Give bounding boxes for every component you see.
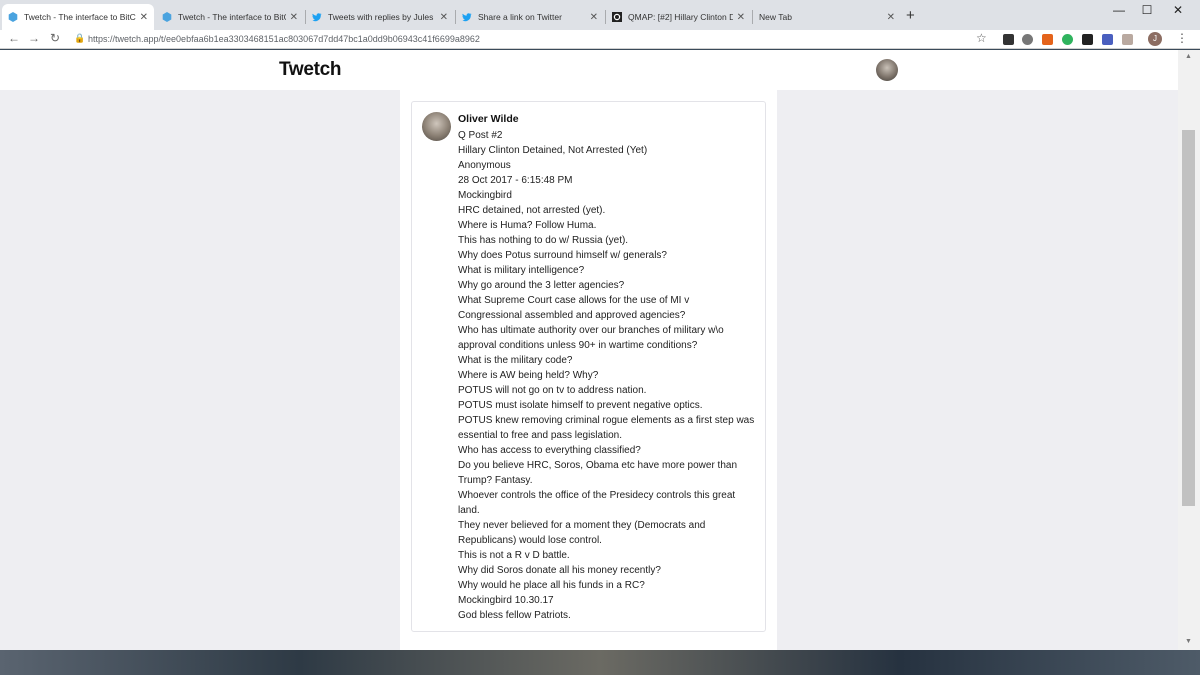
post-line: What is the military code? <box>458 355 573 366</box>
post-line: Who has access to everything classified? <box>458 445 641 456</box>
address-bar-url[interactable]: https://twetch.app/t/ee0ebfaa6b1ea330346… <box>88 34 480 44</box>
tab-label: QMAP: [#2] Hillary Clinton Detai <box>628 12 733 22</box>
post-line: POTUS will not go on tv to address natio… <box>458 385 647 396</box>
post-line: Whoever controls the office of the Presi… <box>458 490 736 501</box>
back-arrow-icon[interactable]: ← <box>8 31 20 45</box>
bookmark-star-icon[interactable]: ☆ <box>976 31 987 45</box>
close-icon[interactable]: ✕ <box>290 12 298 23</box>
twitter-bird-icon <box>462 13 472 22</box>
forward-arrow-icon[interactable]: → <box>28 31 40 45</box>
lock-icon: 🔒 <box>74 33 86 43</box>
post-line: Congressional assembled and approved age… <box>458 310 686 321</box>
menu-dots-icon[interactable]: ⋮ <box>1176 31 1188 45</box>
tab-twitter-replies[interactable]: Tweets with replies by Jules 🐝 ( ✕ <box>306 4 454 30</box>
twitter-bird-icon <box>312 13 322 22</box>
tab-twetch-1[interactable]: Twetch - The interface to BitCoin ✕ <box>2 4 154 30</box>
post-line: Do you believe HRC, Soros, Obama etc hav… <box>458 460 738 471</box>
post-line: Where is Huma? Follow Huma. <box>458 220 597 231</box>
tab-twetch-2[interactable]: Twetch - The interface to BitCoin ✕ <box>156 4 304 30</box>
tab-label: Tweets with replies by Jules 🐝 ( <box>328 11 436 22</box>
post-line: Anonymous <box>458 160 511 171</box>
tab-label: Twetch - The interface to BitCoin <box>24 12 136 22</box>
extension-icon[interactable] <box>1102 34 1113 45</box>
qmap-favicon-icon <box>612 12 622 22</box>
browser-toolbar: ← → ↻ 🔒 https://twetch.app/t/ee0ebfaa6b1… <box>0 30 1200 49</box>
post-line: Mockingbird <box>458 190 512 201</box>
post-line: land. <box>458 505 480 516</box>
page-scrollbar[interactable]: ▲ ▼ <box>1178 50 1200 650</box>
author-avatar[interactable] <box>422 112 451 141</box>
tab-label: New Tab <box>759 12 792 22</box>
post-line: Who has ultimate authority over our bran… <box>458 325 724 336</box>
post-line: POTUS must isolate himself to prevent ne… <box>458 400 703 411</box>
post-card[interactable]: Oliver Wilde Q Post #2 Hillary Clinton De… <box>411 101 766 632</box>
post-line: Why go around the 3 letter agencies? <box>458 280 625 291</box>
post-line: Republicans) would lose control. <box>458 535 602 546</box>
minimize-icon[interactable]: — <box>1104 3 1134 17</box>
post-line: Trump? Fantasy. <box>458 475 533 486</box>
maximize-icon[interactable]: ☐ <box>1132 3 1162 17</box>
post-body: Q Post #2 Hillary Clinton Detained, Not A… <box>458 128 758 623</box>
scrollbar-thumb[interactable] <box>1182 130 1195 506</box>
post-line: Why would he place all his funds in a RC… <box>458 580 645 591</box>
close-icon[interactable]: ✕ <box>887 12 895 23</box>
page-viewport: Twetch Oliver Wilde Q Post #2 Hillary Cli… <box>0 50 1178 650</box>
post-line: Where is AW being held? Why? <box>458 370 599 381</box>
reload-icon[interactable]: ↻ <box>50 31 60 45</box>
twetch-logo[interactable]: Twetch <box>279 59 342 81</box>
twetch-favicon-icon <box>162 12 172 22</box>
post-line: Mockingbird 10.30.17 <box>458 595 554 606</box>
tab-label: Share a link on Twitter <box>478 12 562 22</box>
close-icon[interactable]: ✕ <box>440 12 448 23</box>
post-line: HRC detained, not arrested (yet). <box>458 205 606 216</box>
tab-new-tab[interactable]: New Tab ✕ <box>753 4 901 30</box>
post-line: God bless fellow Patriots. <box>458 610 571 621</box>
extension-icon[interactable] <box>1003 34 1014 45</box>
tab-qmap[interactable]: QMAP: [#2] Hillary Clinton Detai ✕ <box>606 4 751 30</box>
extension-icon[interactable] <box>1062 34 1073 45</box>
close-icon[interactable]: ✕ <box>140 12 148 23</box>
tab-share-link[interactable]: Share a link on Twitter ✕ <box>456 4 604 30</box>
scroll-up-arrow-icon[interactable]: ▲ <box>1185 53 1192 60</box>
post-line: What is military intelligence? <box>458 265 585 276</box>
post-line: Why does Potus surround himself w/ gener… <box>458 250 667 261</box>
post-author-name[interactable]: Oliver Wilde <box>458 113 519 125</box>
twetch-favicon-icon <box>8 12 18 22</box>
extension-icon[interactable] <box>1042 34 1053 45</box>
site-header: Twetch <box>0 50 1178 90</box>
post-line: This is not a R v D battle. <box>458 550 570 561</box>
post-line: 28 Oct 2017 - 6:15:48 PM <box>458 175 573 186</box>
extension-icon[interactable] <box>1022 34 1033 45</box>
close-icon[interactable]: ✕ <box>590 12 598 23</box>
post-line: Hillary Clinton Detained, Not Arrested (… <box>458 145 648 156</box>
post-line: This has nothing to do w/ Russia (yet). <box>458 235 629 246</box>
post-line: essential to free and pass legislation. <box>458 430 622 441</box>
extension-icon[interactable] <box>1082 34 1093 45</box>
post-line: Why did Soros donate all his money recen… <box>458 565 661 576</box>
desktop-wallpaper <box>0 650 1200 675</box>
tab-label: Twetch - The interface to BitCoin <box>178 12 286 22</box>
post-line: approval conditions unless 90+ in wartim… <box>458 340 698 351</box>
extension-icon[interactable] <box>1122 34 1133 45</box>
scroll-down-arrow-icon[interactable]: ▼ <box>1185 638 1192 645</box>
post-line: What Supreme Court case allows for the u… <box>458 295 690 306</box>
post-line: They never believed for a moment they (D… <box>458 520 706 531</box>
post-line: POTUS knew removing criminal rogue eleme… <box>458 415 755 426</box>
window-close-icon[interactable]: ✕ <box>1163 3 1193 17</box>
user-avatar[interactable] <box>876 59 898 81</box>
close-icon[interactable]: ✕ <box>737 12 745 23</box>
new-tab-plus-icon[interactable]: + <box>906 7 915 24</box>
feed-column: Oliver Wilde Q Post #2 Hillary Clinton De… <box>400 90 777 650</box>
post-line: Q Post #2 <box>458 130 503 141</box>
profile-avatar[interactable]: J <box>1148 32 1162 46</box>
browser-tab-strip: Twetch - The interface to BitCoin ✕ Twet… <box>0 0 1200 30</box>
